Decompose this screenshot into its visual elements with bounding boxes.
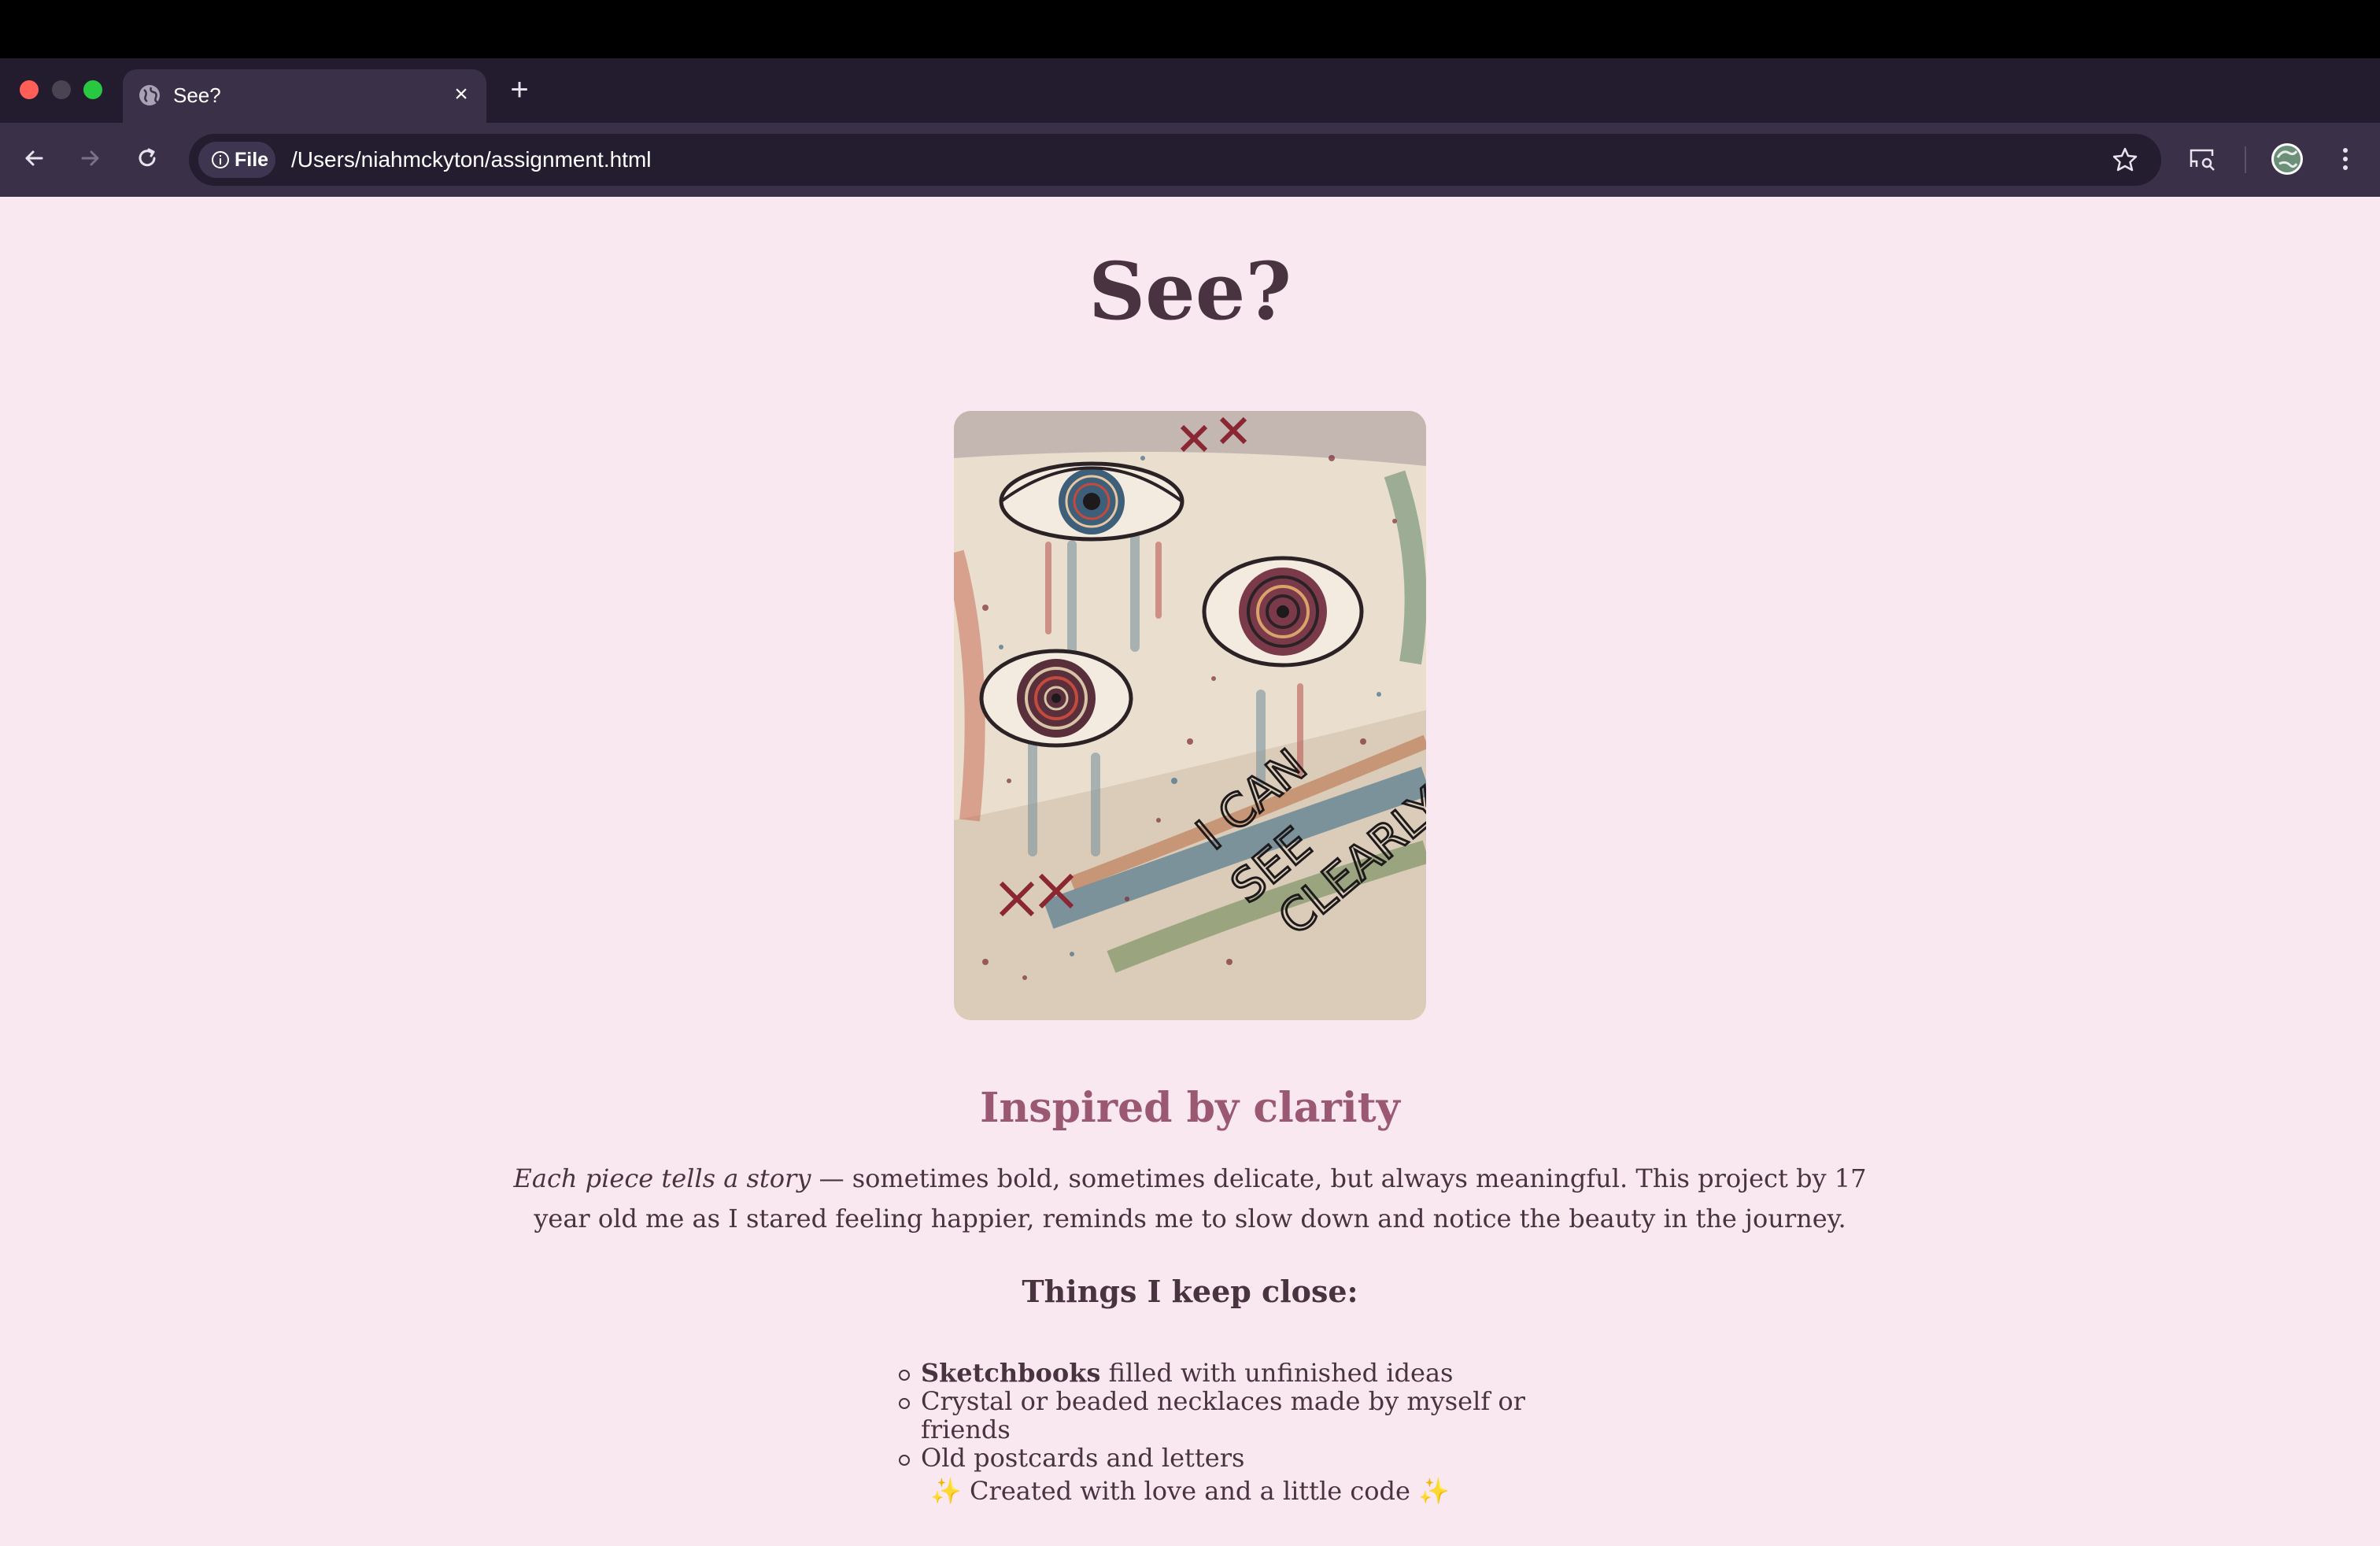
list-item-text: filled with unfinished ideas xyxy=(1100,1358,1454,1388)
forward-button[interactable] xyxy=(72,140,109,176)
info-icon xyxy=(212,151,229,168)
maximize-window-button[interactable] xyxy=(83,80,102,99)
list-item: Old postcards and letters xyxy=(897,1444,1606,1472)
back-button[interactable] xyxy=(16,140,52,176)
tab-active[interactable]: See? × xyxy=(123,69,486,123)
tab-title: See? xyxy=(173,83,221,107)
globe-icon xyxy=(139,85,160,105)
avatar-icon xyxy=(2271,143,2303,175)
arrow-left-icon xyxy=(25,150,43,166)
close-window-button[interactable] xyxy=(20,80,39,99)
list-item-text: Old postcards and letters xyxy=(921,1443,1245,1473)
sparkle-icon: ✨ xyxy=(930,1476,962,1506)
page-title: See? xyxy=(1088,245,1292,338)
system-menu-bar xyxy=(0,0,2380,58)
cast-search-icon xyxy=(2190,149,2215,171)
sparkle-icon: ✨ xyxy=(1418,1476,1450,1506)
cast-button[interactable] xyxy=(2185,142,2219,176)
list-item: Sketchbooks filled with unfinished ideas xyxy=(897,1359,1606,1387)
intro-paragraph: Each piece tells a story — sometimes bol… xyxy=(488,1159,1892,1239)
painting-eyes-icon: I CAN SEE CLEARLY xyxy=(954,411,1426,1020)
address-bar[interactable]: File /Users/niahmckyton/assignment.html xyxy=(189,134,2161,186)
section-subtitle: Inspired by clarity xyxy=(980,1084,1400,1132)
list-item: Crystal or beaded necklaces made by myse… xyxy=(897,1387,1606,1444)
list-item-text: Crystal or beaded necklaces made by myse… xyxy=(921,1386,1525,1444)
footer-text: Created with love and a little code xyxy=(961,1476,1419,1506)
artwork-image: I CAN SEE CLEARLY xyxy=(954,411,1426,1020)
things-list: Sketchbooks filled with unfinished ideas… xyxy=(897,1359,1606,1472)
site-info-label: File xyxy=(235,149,269,171)
url-text[interactable]: /Users/niahmckyton/assignment.html xyxy=(291,146,652,173)
tab-close-icon[interactable]: × xyxy=(447,80,475,109)
list-item-bold: Sketchbooks xyxy=(921,1358,1101,1388)
page-content: See? I CAN SEE CLEARLY Inspired by clari… xyxy=(0,197,2380,1546)
list-heading: Things I keep close: xyxy=(1022,1274,1358,1309)
reload-icon xyxy=(139,148,156,167)
footer-note: ✨ Created with love and a little code ✨ xyxy=(0,1475,2380,1507)
new-tab-button[interactable]: + xyxy=(502,72,537,107)
reload-button[interactable] xyxy=(129,140,165,176)
browser-menu-button[interactable] xyxy=(2328,142,2363,176)
more-vertical-icon xyxy=(2343,148,2348,170)
browser-toolbar: File /Users/niahmckyton/assignment.html xyxy=(0,123,2380,197)
profile-avatar[interactable] xyxy=(2270,142,2304,176)
toolbar-divider xyxy=(2245,146,2246,173)
intro-emphasis: Each piece tells a story xyxy=(513,1163,811,1193)
star-icon[interactable] xyxy=(2111,146,2139,174)
minimize-window-button[interactable] xyxy=(52,80,71,99)
arrow-right-icon xyxy=(81,150,99,166)
